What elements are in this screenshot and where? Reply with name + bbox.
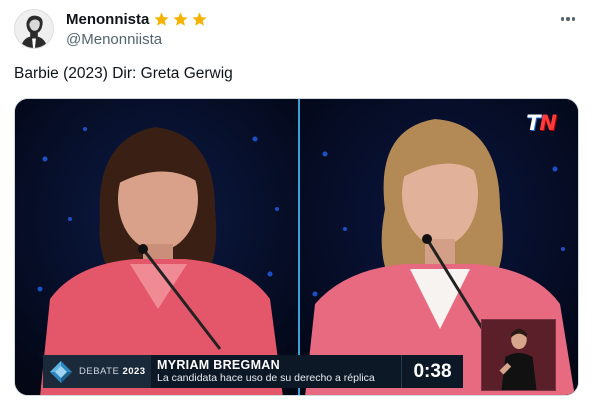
author-name-row: Menonnista: [66, 10, 208, 28]
avatar-portrait-icon: [15, 10, 53, 48]
debate-label: DEBATE 2023: [79, 366, 146, 377]
speaker-block: MYRIAM BREGMAN La candidata hace uso de …: [151, 355, 401, 388]
tn-logo-n: N: [539, 111, 557, 135]
debate-brand: DEBATE 2023: [43, 355, 151, 388]
author-display-name[interactable]: Menonnista: [66, 11, 149, 28]
tn-logo-t: T: [526, 111, 540, 135]
more-options-button[interactable]: [557, 10, 579, 28]
debate-logo-icon: [50, 360, 72, 383]
tweet-media[interactable]: TN DEBATE 2023 MYRIAM BREGMAN La candida…: [14, 98, 579, 396]
star-icon: [154, 11, 169, 26]
speaker-caption: La candidata hace uso de su derecho a ré…: [157, 372, 375, 384]
timer: 0:38: [401, 355, 463, 388]
debate-prefix: DEBATE: [79, 366, 120, 377]
sign-language-interpreter: [481, 319, 556, 391]
lower-third: DEBATE 2023 MYRIAM BREGMAN La candidata …: [43, 355, 463, 388]
speaker-name: MYRIAM BREGMAN: [157, 358, 280, 372]
author-handle[interactable]: @Menonniista: [66, 31, 162, 48]
interpreter-figure-icon: [482, 320, 555, 390]
more-horizontal-icon: [560, 17, 565, 21]
rating-stars: [153, 11, 208, 28]
star-icon: [173, 11, 188, 26]
star-icon: [192, 11, 207, 26]
tweet-text: Barbie (2023) Dir: Greta Gerwig: [14, 65, 233, 82]
tweet-card: Menonnista @Menonniista Barbie (2023) Di…: [0, 0, 593, 404]
author-avatar[interactable]: [14, 9, 54, 49]
tn-logo: TN: [526, 111, 557, 135]
debate-year: 2023: [122, 366, 146, 377]
